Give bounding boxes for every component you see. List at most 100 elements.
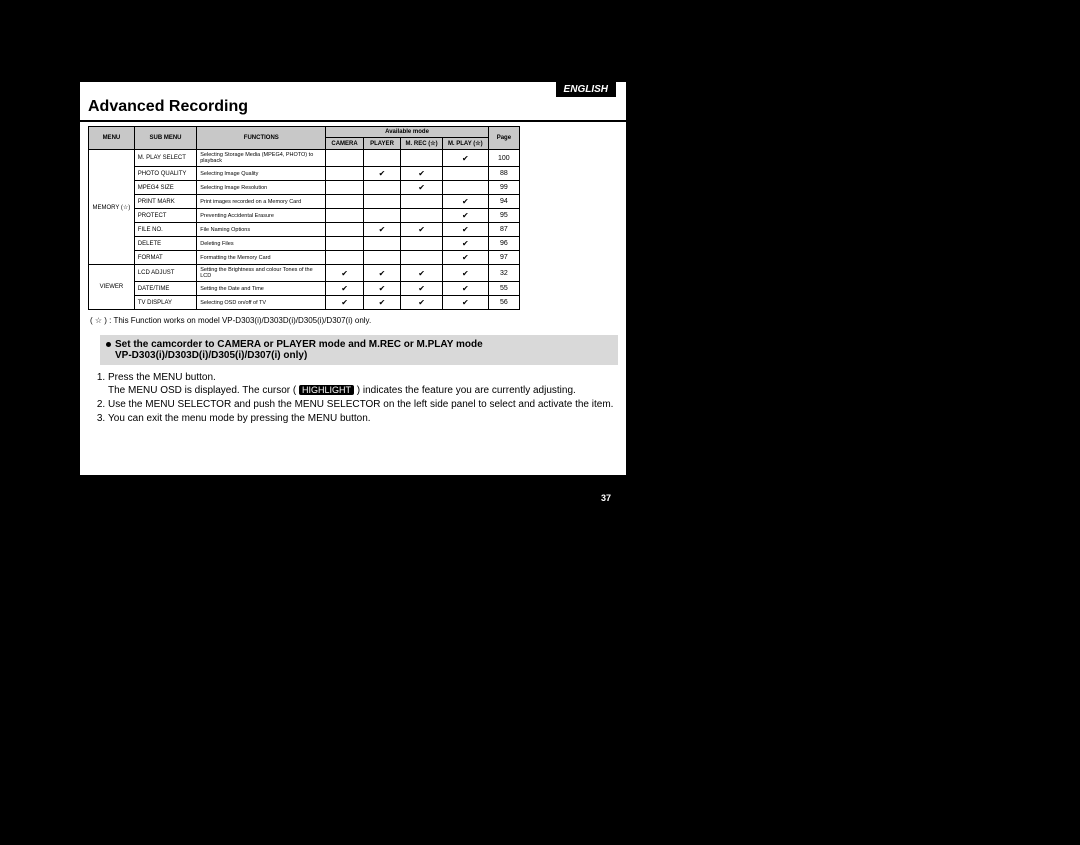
page-title: Advanced Recording [80,82,626,122]
document-page: ENGLISH Advanced Recording MENU SUB MENU… [80,82,626,475]
function-cell: Print images recorded on a Memory Card [197,195,326,209]
mode-cell: ✔ [442,195,488,209]
mode-cell: ✔ [401,223,443,237]
instruction-line-2: VP-D303(i)/D303D(i)/D305(i)/D307(i) only… [115,350,307,361]
page-cell: 97 [488,251,519,265]
mode-cell: ✔ [442,296,488,310]
mode-cell [401,251,443,265]
table-row: PROTECTPreventing Accidental Erasure ✔95 [89,209,520,223]
mode-cell: ✔ [326,296,363,310]
page-cell: 100 [488,150,519,167]
table-row: TV DISPLAYSelecting OSD on/off of TV✔✔✔✔… [89,296,520,310]
function-cell: Selecting Image Quality [197,167,326,181]
th-submenu: SUB MENU [134,127,196,150]
table-row: FILE NO.File Naming Options✔✔✔87 [89,223,520,237]
mode-cell: ✔ [442,209,488,223]
mode-cell: ✔ [442,251,488,265]
instruction-box: Set the camcorder to CAMERA or PLAYER mo… [100,335,618,365]
submenu-cell: MPEG4 SIZE [134,181,196,195]
page-cell: 32 [488,265,519,282]
page-number-badge: 37 [596,491,616,505]
submenu-cell: FILE NO. [134,223,196,237]
bullet-icon [106,342,111,347]
mode-cell: ✔ [401,265,443,282]
function-cell: Selecting Image Resolution [197,181,326,195]
mode-cell [326,181,363,195]
step-1a: Press the MENU button. [108,372,216,383]
function-cell: File Naming Options [197,223,326,237]
mode-cell: ✔ [401,181,443,195]
mode-cell [442,181,488,195]
table-row: VIEWERLCD ADJUSTSetting the Brightness a… [89,265,520,282]
mode-cell: ✔ [442,282,488,296]
th-camera: CAMERA [326,138,363,150]
th-player: PLAYER [363,138,400,150]
page-cell: 99 [488,181,519,195]
function-cell: Setting the Date and Time [197,282,326,296]
table-row: DELETEDeleting Files ✔96 [89,237,520,251]
language-badge: ENGLISH [556,82,616,97]
mode-cell: ✔ [442,265,488,282]
page-cell: 94 [488,195,519,209]
table-row: PHOTO QUALITYSelecting Image Quality✔✔88 [89,167,520,181]
step-1b-post: ) indicates the feature you are currentl… [354,385,576,396]
table-header: MENU SUB MENU FUNCTIONS Available mode P… [89,127,520,150]
submenu-cell: PROTECT [134,209,196,223]
table-row: MPEG4 SIZESelecting Image Resolution ✔ 99 [89,181,520,195]
th-available-mode: Available mode [326,127,488,138]
submenu-cell: TV DISPLAY [134,296,196,310]
submenu-cell: LCD ADJUST [134,265,196,282]
mode-cell [363,195,400,209]
mode-cell: ✔ [326,282,363,296]
mode-cell [401,209,443,223]
mode-cell: ✔ [401,167,443,181]
step-2: Use the MENU SELECTOR and push the MENU … [108,398,616,411]
th-page: Page [488,127,519,150]
mode-cell: ✔ [401,282,443,296]
instruction-line-1: Set the camcorder to CAMERA or PLAYER mo… [115,339,483,350]
mode-cell: ✔ [363,282,400,296]
mode-cell [326,251,363,265]
mode-cell: ✔ [363,296,400,310]
page-cell: 88 [488,167,519,181]
mode-cell: ✔ [442,150,488,167]
menu-cell: VIEWER [89,265,135,310]
function-cell: Selecting Storage Media (MPEG4, PHOTO) t… [197,150,326,167]
submenu-cell: M. PLAY SELECT [134,150,196,167]
table-row: PRINT MARKPrint images recorded on a Mem… [89,195,520,209]
submenu-cell: PRINT MARK [134,195,196,209]
function-cell: Formatting the Memory Card [197,251,326,265]
mode-cell [326,237,363,251]
mode-cell: ✔ [401,296,443,310]
table-row: DATE/TIMESetting the Date and Time✔✔✔✔55 [89,282,520,296]
mode-cell [326,223,363,237]
th-mplay: M. PLAY (☆) [442,138,488,150]
highlight-chip: HIGHLIGHT [299,385,354,395]
th-functions: FUNCTIONS [197,127,326,150]
page-cell: 96 [488,237,519,251]
mode-cell [442,167,488,181]
table-row: FORMATFormatting the Memory Card✔97 [89,251,520,265]
steps-list: Press the MENU button. The MENU OSD is d… [94,371,616,425]
mode-cell [363,181,400,195]
submenu-cell: DATE/TIME [134,282,196,296]
function-cell: Preventing Accidental Erasure [197,209,326,223]
mode-cell [363,209,400,223]
mode-cell: ✔ [363,265,400,282]
page-cell: 56 [488,296,519,310]
mode-cell: ✔ [442,223,488,237]
mode-cell [363,251,400,265]
mode-cell: ✔ [363,223,400,237]
mode-cell [401,150,443,167]
function-cell: Selecting OSD on/off of TV [197,296,326,310]
page-cell: 87 [488,223,519,237]
mode-cell: ✔ [326,265,363,282]
step-1b-pre: The MENU OSD is displayed. The cursor ( [108,385,299,396]
step-1: Press the MENU button. The MENU OSD is d… [108,371,616,397]
function-cell: Deleting Files [197,237,326,251]
th-menu: MENU [89,127,135,150]
mode-cell: ✔ [442,237,488,251]
submenu-cell: DELETE [134,237,196,251]
step-3: You can exit the menu mode by pressing t… [108,412,616,425]
page-cell: 95 [488,209,519,223]
